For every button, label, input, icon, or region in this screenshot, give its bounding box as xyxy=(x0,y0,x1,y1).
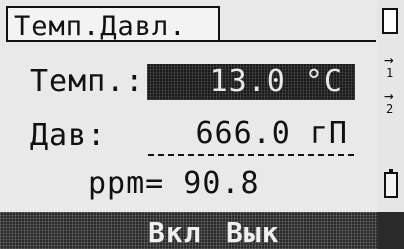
battery-icon xyxy=(384,169,398,198)
softkey-bar-right-segment xyxy=(378,212,404,249)
temperature-value: 13.0 °C xyxy=(209,64,343,99)
status-strip: → 1 → 2 xyxy=(378,0,404,249)
instrument-screen: Темп.Давл. Темп.: 13.0 °C Дав: 666.0 гП … xyxy=(0,0,404,249)
pressure-field[interactable]: 666.0 гП xyxy=(150,112,350,152)
softkey-on[interactable]: Вкл xyxy=(148,216,202,249)
pressure-label: Дав: xyxy=(30,118,107,153)
page-title-tab[interactable]: Темп.Давл. xyxy=(6,6,220,42)
pressure-value: 666.0 гП xyxy=(195,116,348,151)
channel-1-indicator: 1 xyxy=(386,66,394,80)
display-icon xyxy=(382,8,398,34)
temperature-field[interactable]: 13.0 °C xyxy=(147,64,355,100)
ppm-readout: ppm= 90.8 xyxy=(88,166,260,201)
softkey-off[interactable]: Вык xyxy=(226,216,280,249)
header-divider xyxy=(6,40,376,42)
channel-2-indicator: 2 xyxy=(386,102,394,116)
page-title: Темп.Давл. xyxy=(14,11,187,42)
pressure-field-underline xyxy=(148,154,354,156)
temperature-label: Темп.: xyxy=(30,64,145,99)
softkey-bar: Вкл Вык xyxy=(0,212,378,249)
